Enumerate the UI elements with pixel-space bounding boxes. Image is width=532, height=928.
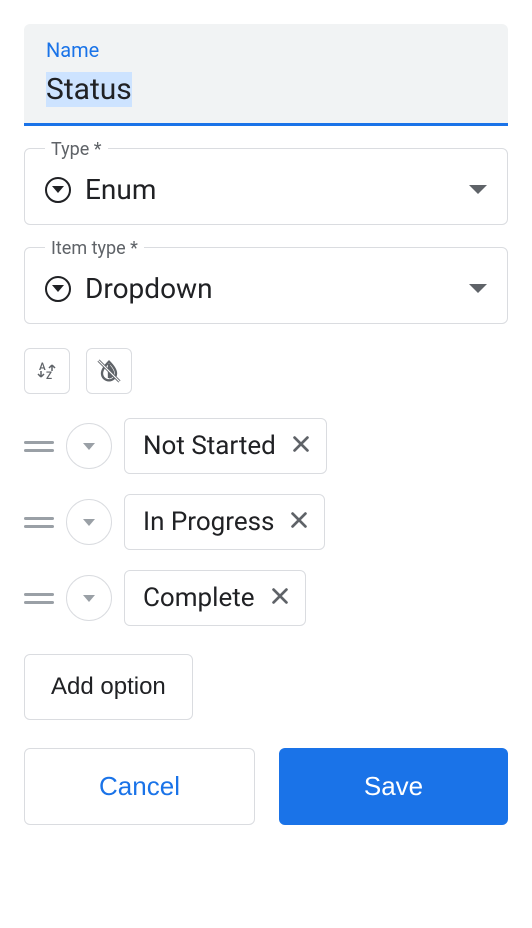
option-row: Not Started <box>24 418 508 474</box>
option-row: In Progress <box>24 494 508 550</box>
type-value: Enum <box>85 173 156 206</box>
item-type-label: Item type * <box>45 238 144 259</box>
option-chip[interactable]: In Progress <box>124 494 325 550</box>
remove-option-button[interactable] <box>290 432 312 460</box>
type-label: Type * <box>45 139 108 160</box>
invert-colors-off-icon <box>95 357 123 385</box>
add-option-button[interactable]: Add option <box>24 654 193 720</box>
option-label: Complete <box>143 583 255 613</box>
toggle-color-button[interactable] <box>86 348 132 394</box>
sort-az-icon: A Z <box>35 359 59 383</box>
chevron-down-icon <box>83 595 95 602</box>
dropdown-icon <box>45 276 71 302</box>
chevron-down-icon <box>469 185 487 194</box>
name-value[interactable]: Status <box>46 72 132 107</box>
option-row: Complete <box>24 570 508 626</box>
remove-option-button[interactable] <box>269 584 291 612</box>
enum-icon <box>45 177 71 203</box>
chevron-down-icon <box>469 284 487 293</box>
cancel-button[interactable]: Cancel <box>24 748 255 825</box>
item-type-select[interactable]: Item type * Dropdown <box>24 247 508 324</box>
name-input-field[interactable]: Name Status <box>24 24 508 126</box>
option-label: In Progress <box>143 507 274 537</box>
chevron-down-icon <box>83 519 95 526</box>
option-list: Not Started In Progress Complete <box>24 418 508 626</box>
type-select[interactable]: Type * Enum <box>24 148 508 225</box>
close-icon <box>288 509 310 531</box>
option-color-button[interactable] <box>66 499 112 545</box>
drag-handle-icon[interactable] <box>24 441 54 452</box>
svg-text:A: A <box>39 362 46 373</box>
option-color-button[interactable] <box>66 423 112 469</box>
item-type-value: Dropdown <box>85 272 213 305</box>
chevron-down-icon <box>83 443 95 450</box>
option-color-button[interactable] <box>66 575 112 621</box>
sort-az-button[interactable]: A Z <box>24 348 70 394</box>
name-label: Name <box>46 38 486 62</box>
close-icon <box>269 585 291 607</box>
save-button[interactable]: Save <box>279 748 508 825</box>
remove-option-button[interactable] <box>288 508 310 536</box>
option-label: Not Started <box>143 431 276 461</box>
option-chip[interactable]: Not Started <box>124 418 327 474</box>
drag-handle-icon[interactable] <box>24 517 54 528</box>
close-icon <box>290 433 312 455</box>
option-chip[interactable]: Complete <box>124 570 306 626</box>
drag-handle-icon[interactable] <box>24 593 54 604</box>
svg-text:Z: Z <box>46 371 52 382</box>
